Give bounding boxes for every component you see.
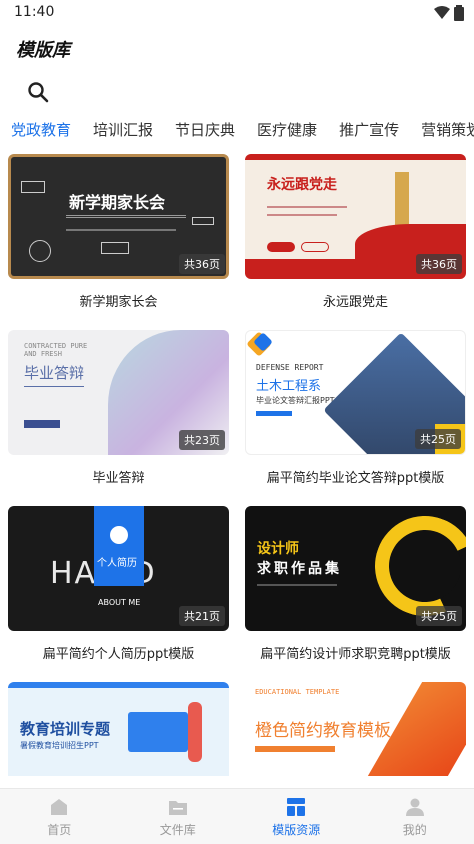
page-count-badge: 共36页	[179, 254, 225, 274]
status-time: 11:40	[14, 4, 55, 20]
battery-icon	[454, 5, 464, 21]
bottom-nav: 首页 文件库 模版资源 我的	[0, 788, 474, 844]
template-card[interactable]: 新学期家长会 共36页 新学期家长会	[8, 154, 229, 310]
template-title: 毕业答辩	[92, 471, 145, 486]
nav-file-library[interactable]: 文件库	[119, 789, 238, 844]
search-icon	[28, 82, 49, 103]
tab-party-education[interactable]: 党政教育	[0, 118, 82, 148]
page-count-badge: 共25页	[415, 429, 461, 449]
template-title: 永远跟党走	[322, 295, 388, 310]
tab-festival[interactable]: 节日庆典	[164, 118, 246, 148]
tab-medical[interactable]: 医疗健康	[246, 118, 328, 148]
template-thumbnail: 新学期家长会 共36页	[8, 154, 229, 279]
template-title: 扁平简约毕业论文答辩ppt模版	[266, 471, 445, 486]
page-count-badge: 共21页	[179, 606, 225, 626]
template-card[interactable]: HA RD 个人简历 ABOUT ME 共21页 扁平简约个人简历ppt模版	[8, 506, 229, 662]
nav-profile[interactable]: 我的	[356, 789, 474, 844]
template-card[interactable]: 教育培训专题 暑假教育培训招生PPT	[8, 682, 229, 776]
template-title: 扁平简约设计师求职竞聘ppt模版	[260, 647, 451, 662]
home-icon	[51, 799, 68, 815]
template-thumbnail: HA RD 个人简历 ABOUT ME 共21页	[8, 506, 229, 631]
page-title: 模版库	[16, 40, 70, 61]
search-button[interactable]	[26, 80, 50, 104]
nav-template-resources[interactable]: 模版资源	[237, 789, 356, 844]
template-card[interactable]: CONTRACTED PURE AND FRESH 毕业答辩 共23页 毕业答辩	[8, 330, 229, 486]
tab-marketing[interactable]: 营销策划	[410, 118, 474, 148]
template-thumbnail: 教育培训专题 暑假教育培训招生PPT	[8, 682, 229, 776]
template-card[interactable]: 永远跟党走 共36页 永远跟党走	[245, 154, 466, 310]
page-count-badge: 共23页	[179, 430, 225, 450]
template-thumbnail: 永远跟党走 共36页	[245, 154, 466, 279]
nav-label: 首页	[47, 823, 72, 837]
nav-label: 模版资源	[272, 823, 321, 837]
template-thumbnail: EDUCATIONAL TEMPLATE 橙色简约教育模板	[245, 682, 466, 776]
category-tabs: 党政教育 培训汇报 节日庆典 医疗健康 推广宣传 营销策划	[0, 118, 474, 148]
template-thumbnail: 设计师 求职作品集 共25页	[245, 506, 466, 631]
folder-icon	[168, 801, 187, 815]
template-title: 新学期家长会	[79, 295, 158, 310]
template-title: 扁平简约个人简历ppt模版	[42, 647, 195, 662]
template-icon	[287, 798, 306, 816]
tab-training-report[interactable]: 培训汇报	[82, 118, 164, 148]
nav-home[interactable]: 首页	[0, 789, 119, 844]
status-bar: 11:40	[0, 0, 474, 26]
user-icon	[405, 798, 424, 816]
template-thumbnail: DEFENSE REPORT 土木工程系 毕业论文答辩汇报PPT 共25页	[245, 330, 466, 455]
wifi-icon	[434, 6, 450, 19]
template-card[interactable]: 设计师 求职作品集 共25页 扁平简约设计师求职竞聘ppt模版	[245, 506, 466, 662]
nav-label: 我的	[402, 823, 427, 837]
page-count-badge: 共36页	[416, 254, 462, 274]
template-card[interactable]: DEFENSE REPORT 土木工程系 毕业论文答辩汇报PPT 共25页 扁平…	[245, 330, 466, 486]
template-card[interactable]: EDUCATIONAL TEMPLATE 橙色简约教育模板	[245, 682, 466, 776]
tab-promotion[interactable]: 推广宣传	[328, 118, 410, 148]
nav-label: 文件库	[159, 823, 196, 837]
page-count-badge: 共25页	[416, 606, 462, 626]
template-thumbnail: CONTRACTED PURE AND FRESH 毕业答辩 共23页	[8, 330, 229, 455]
